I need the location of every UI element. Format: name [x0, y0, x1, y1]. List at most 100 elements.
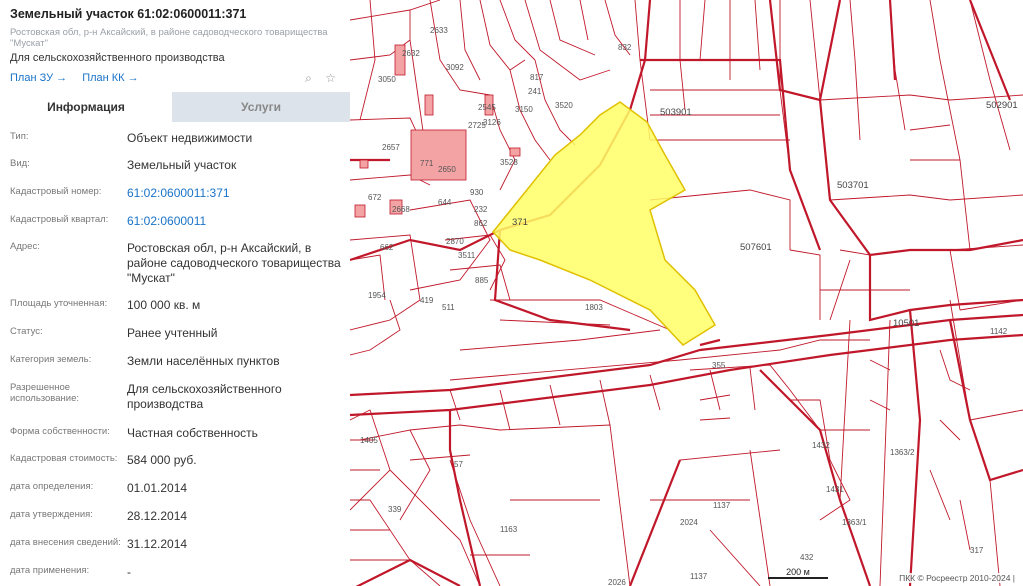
info-value: 100 000 кв. м — [127, 298, 201, 312]
parcel-address-short: Ростовская обл, р-н Аксайский, в районе … — [10, 27, 328, 49]
parcel-label: 3520 — [555, 101, 573, 110]
parcel-label: 241 — [528, 87, 542, 96]
info-value: 31.12.2014 — [127, 537, 188, 551]
zoom-to-object-icon[interactable]: ⌕ — [305, 71, 312, 85]
parcel-label: 885 — [475, 276, 489, 285]
parcel-label: 1432 — [812, 441, 830, 450]
quarter-label: 507601 — [740, 242, 772, 253]
parcel-label: 1431 — [826, 485, 844, 494]
parcel-title: Земельный участок 61:02:0600011:371 — [10, 7, 247, 21]
parcel-label: 317 — [970, 546, 984, 555]
map-attribution: ПКК © Росреестр 2010-2024 | — [897, 573, 1017, 583]
info-label: дата утверждения: — [10, 509, 93, 520]
map-canvas[interactable]: 371 503901 502901 503701 507601 10501 26… — [350, 0, 1023, 586]
tabs: Информация Услуги — [0, 92, 350, 122]
parcel-label: 1954 — [368, 291, 386, 300]
parcel-label: 1363/2 — [890, 448, 915, 457]
parcel-label: 1363/1 — [842, 518, 867, 527]
star-icon[interactable]: ☆ — [325, 71, 336, 85]
parcel-label: 57 — [454, 460, 463, 469]
parcel-label: 817 — [530, 73, 544, 82]
info-value: Ранее учтенный — [127, 326, 218, 340]
info-label: дата применения: — [10, 565, 90, 576]
info-label: Кадастровая стоимость: — [10, 453, 118, 464]
parcel-label: 644 — [438, 198, 452, 207]
info-value: Ростовская обл, р-н Аксайский, в районе … — [127, 241, 341, 285]
info-label: Кадастровый квартал: — [10, 214, 109, 225]
info-value: Частная собственность — [127, 426, 258, 440]
info-panel: Земельный участок 61:02:0600011:371 Рост… — [0, 0, 350, 586]
info-label: Разрешенное использование: — [10, 382, 80, 404]
parcel-label: 3528 — [500, 158, 518, 167]
parcel-label: 1142 — [990, 327, 1008, 336]
parcel-label: 355 — [712, 361, 726, 370]
parcel-label: 1137 — [690, 572, 708, 581]
info-label: Статус: — [10, 326, 43, 337]
parcel-label: 930 — [470, 188, 484, 197]
parcel-label: 2024 — [680, 518, 698, 527]
parcel-label: 432 — [800, 553, 814, 562]
plan-kk-link[interactable]: План КК → — [82, 72, 138, 84]
parcel-label: 1803 — [585, 303, 603, 312]
selected-parcel-label[interactable]: 371 — [512, 217, 528, 228]
parcel-label: 771 — [420, 159, 434, 168]
parcel-label: 419 — [420, 296, 434, 305]
parcel-label: 2633 — [430, 26, 448, 35]
parcel-label: 339 — [388, 505, 402, 514]
parcel-label: 2026 — [608, 578, 626, 586]
quarter-label: 10501 — [893, 318, 919, 329]
quarter-label: 503701 — [837, 180, 869, 191]
parcel-label: 1163 — [500, 525, 518, 534]
parcel-label: 3050 — [378, 75, 396, 84]
quarter-label: 502901 — [986, 100, 1018, 111]
parcel-label: 3150 — [515, 105, 533, 114]
cadastral-number-link[interactable]: 61:02:0600011:371 — [127, 186, 342, 201]
parcel-use: Для сельскохозяйственного производства — [10, 52, 225, 64]
info-value: - — [127, 565, 131, 579]
parcel-label: 3126 — [483, 118, 501, 127]
scale-bar — [768, 577, 828, 579]
plan-links: План ЗУ → План КК → — [10, 72, 151, 84]
parcel-label: 672 — [368, 193, 382, 202]
info-value: Земли населённых пунктов — [127, 354, 280, 368]
parcel-label: 3511 — [458, 251, 476, 260]
parcel-label: 3092 — [446, 63, 464, 72]
info-label: Площадь уточненная: — [10, 298, 108, 309]
tab-information[interactable]: Информация — [0, 92, 172, 122]
info-label: Категория земель: — [10, 354, 92, 365]
parcel-label: 2632 — [402, 49, 420, 58]
info-value: Для сельскохозяйственного производства — [127, 382, 282, 411]
panel-tools: ⌕ ☆ — [295, 71, 336, 86]
info-value: 584 000 руб. — [127, 453, 197, 467]
info-value: Земельный участок — [127, 158, 237, 172]
cadastral-quarter-link[interactable]: 61:02:0600011 — [127, 214, 342, 229]
parcel-label: 862 — [474, 219, 488, 228]
parcel-label: 2870 — [446, 237, 464, 246]
parcel-label: 662 — [380, 243, 394, 252]
plan-zu-link[interactable]: План ЗУ → — [10, 72, 67, 84]
parcel-label: 2545 — [478, 103, 496, 112]
quarter-label: 503901 — [660, 107, 692, 118]
info-label: Вид: — [10, 158, 30, 169]
info-label: Адрес: — [10, 241, 40, 252]
parcel-label: 2668 — [392, 205, 410, 214]
parcel-label: 1137 — [713, 501, 731, 510]
scale-label: 200 м — [786, 567, 810, 577]
info-value: Объект недвижимости — [127, 131, 253, 145]
cadastral-map[interactable]: 371 503901 502901 503701 507601 10501 26… — [350, 0, 1023, 586]
parcel-label: 1405 — [360, 436, 378, 445]
parcel-label: 2657 — [382, 143, 400, 152]
parcel-label: 511 — [442, 303, 455, 312]
tab-services[interactable]: Услуги — [172, 92, 350, 122]
info-label: дата определения: — [10, 481, 94, 492]
info-label: Кадастровый номер: — [10, 186, 102, 197]
info-label: Форма собственности: — [10, 426, 110, 437]
map-scale: 200 м — [768, 567, 838, 580]
info-value: 28.12.2014 — [127, 509, 188, 523]
parcel-label: 2650 — [438, 165, 456, 174]
info-label: дата внесения сведений: — [10, 537, 121, 548]
info-value: 01.01.2014 — [127, 481, 188, 495]
info-label: Тип: — [10, 131, 29, 142]
parcel-label: 232 — [474, 205, 488, 214]
parcel-label: 832 — [618, 43, 632, 52]
